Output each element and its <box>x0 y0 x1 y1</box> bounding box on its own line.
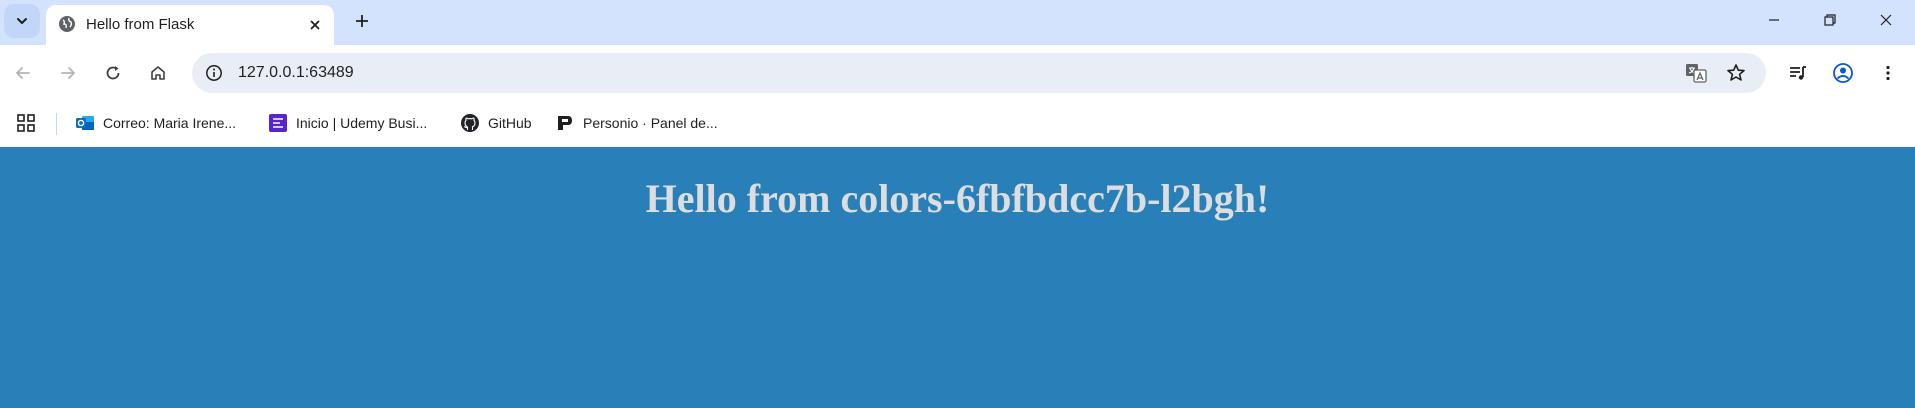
playlist-music-icon <box>1790 66 1806 80</box>
bookmarks-divider <box>56 113 57 135</box>
address-bar[interactable]: 127.0.0.1:63489 <box>192 53 1766 93</box>
udemy-icon <box>268 113 288 133</box>
plus-icon <box>356 15 368 27</box>
bookmark-label: Personio · Panel de... <box>583 115 718 131</box>
bookmark-label: Inicio | Udemy Busi... <box>296 115 428 131</box>
new-tab-button[interactable] <box>348 7 376 35</box>
apps-button[interactable] <box>16 110 36 136</box>
tab-close-button[interactable] <box>304 14 326 36</box>
bookmark-label: Correo: Maria Irene... <box>103 115 237 131</box>
restore-icon <box>1824 14 1836 26</box>
restore-button[interactable] <box>1802 0 1858 40</box>
media-controls-button[interactable] <box>1782 57 1814 89</box>
outlook-icon <box>75 113 95 133</box>
page-heading: Hello from colors-6fbfbdcc7b-l2bgh! <box>645 176 1270 221</box>
globe-icon <box>59 16 75 32</box>
tab-title: Hello from Flask <box>86 16 195 33</box>
bookmark-udemy[interactable]: Inicio | Udemy Busi... <box>268 110 427 136</box>
page-content: Hello from colors-6fbfbdcc7b-l2bgh! <box>0 147 1915 408</box>
bookmark-github[interactable]: GitHub <box>460 110 532 136</box>
personio-icon <box>555 113 575 133</box>
translate-icon <box>1686 64 1707 83</box>
star-icon <box>1727 64 1745 81</box>
arrow-left-icon <box>16 67 30 79</box>
tab-strip: Hello from Flask <box>0 0 1915 45</box>
close-icon <box>1880 14 1892 26</box>
github-icon <box>460 113 480 133</box>
profile-button[interactable] <box>1827 57 1859 89</box>
home-icon <box>151 66 165 80</box>
info-icon <box>206 65 222 81</box>
window-close-button[interactable] <box>1858 0 1914 40</box>
browser-tab[interactable]: Hello from Flask <box>46 5 334 45</box>
more-vertical-icon <box>1886 65 1890 81</box>
tab-search-button[interactable] <box>4 4 40 38</box>
bookmark-label: GitHub <box>488 115 532 131</box>
reload-icon <box>106 66 120 80</box>
browser-toolbar: 127.0.0.1:63489 <box>0 45 1915 101</box>
arrow-right-icon <box>61 67 75 79</box>
bookmark-outlook[interactable]: Correo: Maria Irene... <box>75 110 236 136</box>
minimize-button[interactable] <box>1746 0 1802 40</box>
back-button[interactable] <box>7 57 39 89</box>
chevron-down-icon <box>17 18 27 24</box>
forward-button[interactable] <box>52 57 84 89</box>
minimize-icon <box>1769 19 1779 21</box>
apps-grid-icon <box>17 114 35 132</box>
translate-button[interactable] <box>1682 59 1710 87</box>
bookmarks-bar: Correo: Maria Irene... Inicio | Udemy Bu… <box>0 101 1915 147</box>
browser-menu-button[interactable] <box>1872 57 1904 89</box>
home-button[interactable] <box>142 57 174 89</box>
bookmark-personio[interactable]: Personio · Panel de... <box>555 110 718 136</box>
site-info-button[interactable] <box>200 59 228 87</box>
close-icon <box>310 20 320 30</box>
avatar-icon <box>1833 63 1853 83</box>
reload-button[interactable] <box>97 57 129 89</box>
url-text[interactable]: 127.0.0.1:63489 <box>238 64 354 82</box>
bookmark-star-button[interactable] <box>1722 59 1750 87</box>
